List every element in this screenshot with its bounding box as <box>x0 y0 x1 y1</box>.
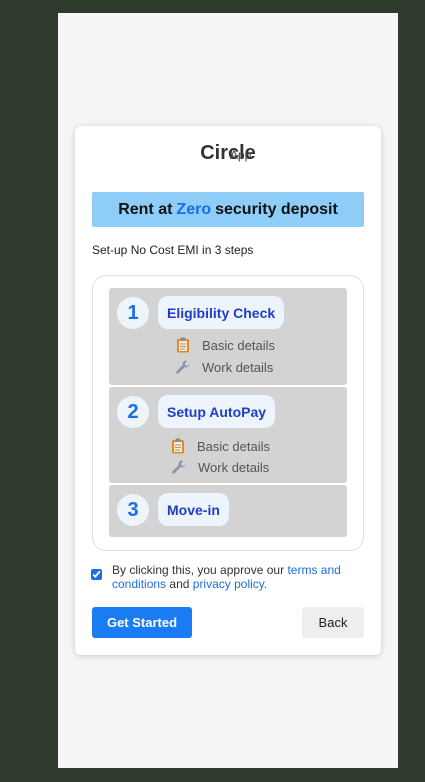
clipboard-icon <box>169 438 187 454</box>
step-detail-label: Basic details <box>202 337 275 353</box>
banner-pre: Rent at <box>118 200 173 218</box>
banner-highlight: Zero <box>176 200 212 218</box>
step-detail: Basic details <box>169 438 270 454</box>
step-detail-label: Basic details <box>197 438 270 454</box>
step-number: 3 <box>117 494 149 526</box>
steps-heading: Set-up No Cost EMI in 3 steps <box>92 243 254 257</box>
wrench-icon <box>174 359 192 375</box>
step-title[interactable]: Setup AutoPay <box>158 395 276 428</box>
steps-list: 1 Eligibility Check Basic details Work d… <box>92 275 364 551</box>
consent-checkbox[interactable] <box>91 569 102 580</box>
step-detail-label: Work details <box>202 359 274 375</box>
banner-post: security deposit <box>215 200 338 218</box>
onboarding-card: Circle App Rent at Zero security deposit… <box>75 126 381 655</box>
step-move-in: 3 Move-in <box>109 485 347 537</box>
step-number: 1 <box>117 297 149 329</box>
back-button[interactable]: Back <box>302 607 364 638</box>
step-detail: Basic details <box>174 337 275 353</box>
clipboard-icon <box>174 337 192 353</box>
brand-sub: App <box>230 148 252 162</box>
privacy-link-label: privacy policy <box>192 577 264 591</box>
brand-logo: Circle <box>75 142 381 164</box>
step-setup-autopay: 2 Setup AutoPay Basic details Work detai… <box>109 387 347 483</box>
wrench-icon <box>170 459 188 475</box>
consent-pre: By clicking this, you approve our <box>112 563 285 577</box>
app-screen: Circle App Rent at Zero security deposit… <box>58 13 398 768</box>
step-title[interactable]: Move-in <box>158 493 229 526</box>
step-title[interactable]: Eligibility Check <box>158 296 285 329</box>
get-started-button[interactable]: Get Started <box>92 607 192 638</box>
step-number: 2 <box>117 396 149 428</box>
promo-banner: Rent at Zero security deposit <box>92 192 364 227</box>
consent-mid: and <box>169 577 190 591</box>
privacy-link-end: . <box>263 577 268 591</box>
step-detail: Work details <box>170 459 269 475</box>
brand-name: Circle <box>200 142 256 164</box>
step-eligibility-check: 1 Eligibility Check Basic details Work d… <box>109 288 347 385</box>
step-detail: Work details <box>174 359 273 375</box>
consent-text: By clicking this, you approve our terms … <box>112 563 352 591</box>
step-detail-label: Work details <box>198 459 270 475</box>
privacy-link[interactable]: privacy policy. <box>193 577 267 591</box>
